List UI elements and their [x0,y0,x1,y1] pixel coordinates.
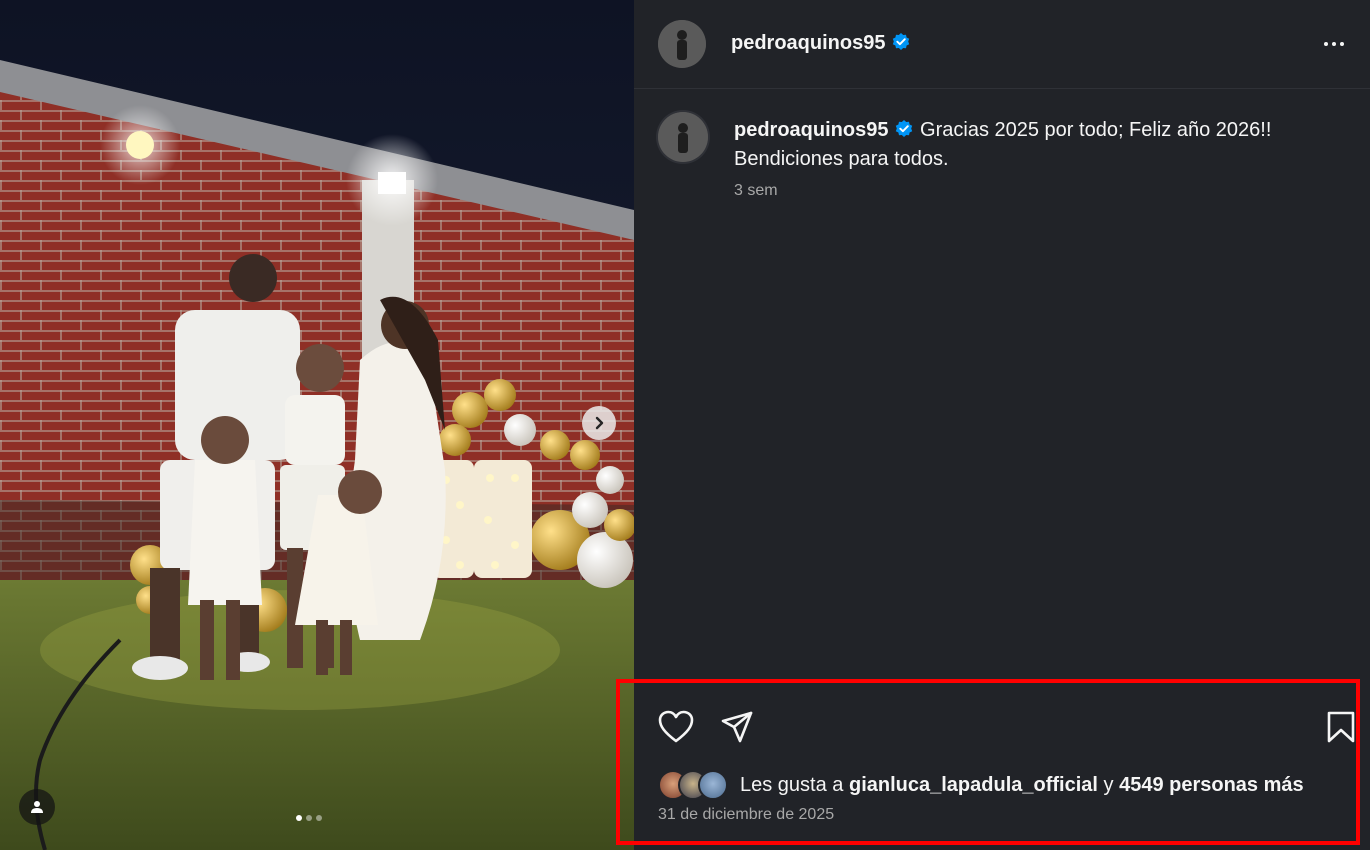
avatar-image [658,112,708,162]
post-date[interactable]: 31 de diciembre de 2025 [658,806,834,824]
likes-summary[interactable]: Les gusta a gianluca_lapadula_official y… [740,774,1304,797]
verified-badge-icon [896,120,913,137]
carousel-dot-2 [306,815,312,821]
user-tags-button[interactable] [19,789,55,825]
avatar-image [658,20,706,68]
bookmark-icon [1327,711,1355,743]
user-tag-icon [31,801,43,813]
avatar[interactable] [658,20,706,68]
like-button[interactable] [658,710,694,749]
header-username-text[interactable]: pedroaquinos95 [731,32,885,54]
post-media[interactable] [0,0,634,850]
carousel-dot-3 [316,815,322,821]
post-caption: pedroaquinos95 Gracias 2025 por todo; Fe… [734,116,1334,174]
caption-timestamp[interactable]: 3 sem [734,182,778,200]
post-header: pedroaquinos95 [634,0,1370,89]
header-username[interactable]: pedroaquinos95 [731,32,911,55]
post-photo [0,0,634,850]
post-details-panel: pedroaquinos95 pedroaquinos95 Gracias 20 [634,0,1370,850]
post-viewer: pedroaquinos95 pedroaquinos95 Gracias 20 [0,0,1370,850]
liked-by-user[interactable]: gianluca_lapadula_official [849,774,1098,796]
chevron-right-icon [595,416,604,430]
likes-count[interactable]: 4549 personas más [1119,774,1304,796]
paper-plane-icon [721,711,753,743]
share-button[interactable] [720,710,754,749]
post-actions: Les gusta a gianluca_lapadula_official y… [634,694,1370,850]
liked-by-avatars[interactable] [658,770,728,800]
save-button[interactable] [1326,710,1356,749]
heart-icon [658,710,694,743]
more-options-dot [1340,42,1344,46]
likes-prefix: Les gusta a [740,774,844,796]
verified-badge-icon [893,33,910,50]
carousel-next-button[interactable] [582,406,616,440]
likes-connector: y [1103,774,1114,796]
more-options-dot [1332,42,1336,46]
carousel-dot-1 [296,815,302,821]
more-options-button[interactable] [1318,30,1350,58]
carousel-indicator [296,815,322,821]
caption-username[interactable]: pedroaquinos95 [734,119,888,141]
caption-avatar[interactable] [658,112,708,162]
avatar [698,770,728,800]
more-options-icon [1324,42,1328,46]
